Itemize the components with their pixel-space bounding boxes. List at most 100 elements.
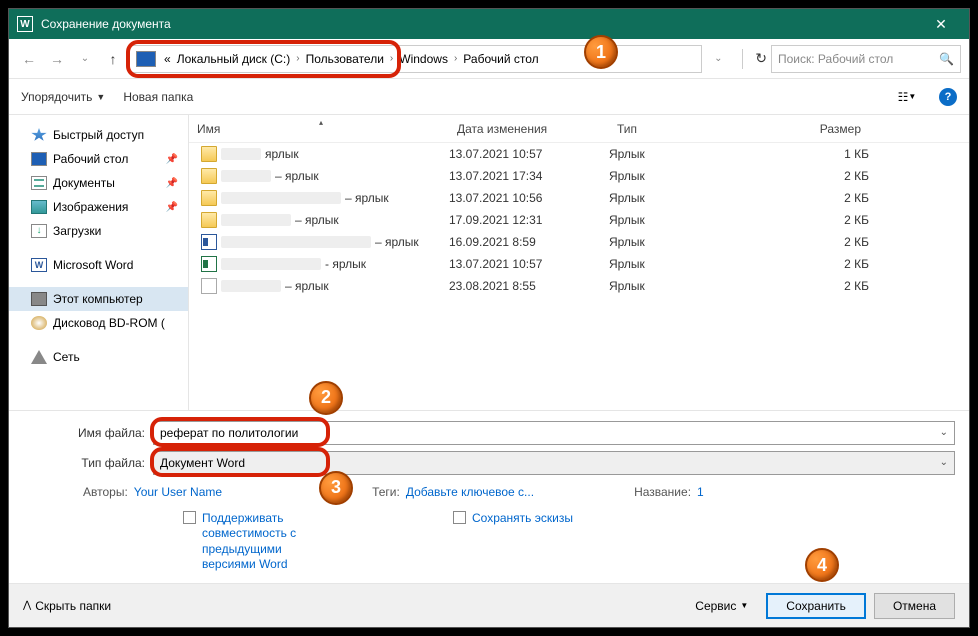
sidebar-downloads[interactable]: Загрузки (9, 219, 188, 243)
redacted-name (221, 170, 271, 182)
downloads-icon (31, 224, 47, 238)
file-icon (201, 146, 217, 162)
file-icon (201, 212, 217, 228)
col-size-header[interactable]: Размер (749, 122, 869, 136)
nav-forward-button[interactable]: → (45, 47, 69, 71)
file-suffix: – ярлык (275, 169, 319, 183)
new-folder-button[interactable]: Новая папка (123, 90, 193, 104)
file-suffix: – ярлык (375, 235, 419, 249)
file-size: 2 КБ (749, 279, 869, 293)
file-row[interactable]: – ярлык23.08.2021 8:55Ярлык2 КБ (189, 275, 969, 297)
file-size: 2 КБ (749, 235, 869, 249)
file-icon (201, 190, 217, 206)
redacted-name (221, 258, 321, 270)
doc-title-value[interactable]: 1 (697, 485, 704, 499)
pictures-icon (31, 200, 47, 214)
file-type: Ярлык (609, 257, 749, 271)
save-dialog-window: W Сохранение документа ✕ ← → ⌄ ↑ « Локал… (8, 8, 970, 628)
compat-checkbox[interactable] (183, 511, 196, 524)
sidebar-desktop[interactable]: Рабочий стол📌 (9, 147, 188, 171)
sidebar-quick-access[interactable]: Быстрый доступ (9, 123, 188, 147)
thumbs-checkbox[interactable] (453, 511, 466, 524)
annotation-marker-4: 4 (805, 548, 839, 582)
thumbs-label[interactable]: Сохранять эскизы (472, 511, 573, 525)
network-icon (31, 350, 47, 364)
file-row[interactable]: – ярлык16.09.2021 8:59Ярлык2 КБ (189, 231, 969, 253)
file-row[interactable]: ярлык13.07.2021 10:57Ярлык1 КБ (189, 143, 969, 165)
file-type: Ярлык (609, 279, 749, 293)
help-button[interactable]: ? (939, 88, 957, 106)
file-row[interactable]: - ярлык13.07.2021 10:57Ярлык2 КБ (189, 253, 969, 275)
filename-input[interactable]: реферат по политологии⌄ (153, 421, 955, 445)
sidebar-pictures[interactable]: Изображения📌 (9, 195, 188, 219)
file-row[interactable]: – ярлык 13.07.2021 17:34Ярлык2 КБ (189, 165, 969, 187)
authors-label: Авторы: (83, 485, 128, 499)
annotation-marker-3: 3 (319, 471, 353, 505)
search-icon: 🔍 (939, 52, 954, 66)
nav-up-button[interactable]: ↑ (101, 47, 125, 71)
file-suffix: - ярлык (325, 257, 366, 271)
col-name-header[interactable]: Имя▴ (189, 122, 449, 136)
file-type: Ярлык (609, 213, 749, 227)
close-button[interactable]: ✕ (921, 16, 961, 33)
location-icon (136, 51, 156, 67)
breadcrumb-item[interactable]: Рабочий стол (461, 52, 540, 66)
sidebar-documents[interactable]: Документы📌 (9, 171, 188, 195)
file-type: Ярлык (609, 191, 749, 205)
desktop-icon (31, 152, 47, 166)
nav-recent-dropdown[interactable]: ⌄ (73, 47, 97, 71)
disc-icon (31, 316, 47, 330)
breadcrumb-item[interactable]: Локальный диск (C:) (175, 52, 293, 66)
pin-icon: 📌 (166, 178, 178, 189)
toolbar: Упорядочить ▼ Новая папка ☷ ▼ ? (9, 79, 969, 115)
file-row[interactable]: – ярлык17.09.2021 12:31Ярлык2 КБ (189, 209, 969, 231)
file-date: 13.07.2021 10:57 (449, 147, 609, 161)
breadcrumb-item[interactable]: Пользователи (304, 52, 386, 66)
file-date: 16.09.2021 8:59 (449, 235, 609, 249)
file-date: 13.07.2021 17:34 (449, 169, 609, 183)
filetype-input[interactable]: Документ Word⌄ (153, 451, 955, 475)
file-suffix: – ярлык (285, 279, 329, 293)
file-row[interactable]: – ярлык13.07.2021 10:56Ярлык2 КБ (189, 187, 969, 209)
file-size: 1 КБ (749, 147, 869, 161)
chevron-down-icon[interactable]: ⌄ (940, 457, 948, 468)
sidebar-bdrom[interactable]: Дисковод BD-ROM ( (9, 311, 188, 335)
word-icon: W (31, 258, 47, 272)
hide-folders-button[interactable]: ⋀ Скрыть папки (23, 599, 111, 613)
search-input[interactable]: Поиск: Рабочий стол 🔍 (771, 45, 961, 73)
navigation-sidebar: Быстрый доступ Рабочий стол📌 Документы📌 … (9, 115, 189, 410)
sort-indicator-icon: ▴ (319, 118, 323, 127)
breadcrumb-item[interactable]: Windows (397, 52, 450, 66)
sidebar-word[interactable]: WMicrosoft Word (9, 253, 188, 277)
tags-value[interactable]: Добавьте ключевое с... (406, 485, 534, 499)
col-type-header[interactable]: Тип (609, 122, 749, 136)
file-icon (201, 256, 217, 272)
cancel-button[interactable]: Отмена (874, 593, 955, 619)
save-button[interactable]: Сохранить (766, 593, 866, 619)
breadcrumb-dropdown[interactable]: ⌄ (706, 47, 730, 71)
redacted-name (221, 148, 261, 160)
nav-back-button[interactable]: ← (17, 47, 41, 71)
breadcrumb-prefix: « (164, 52, 171, 66)
compat-label[interactable]: Поддерживать совместимость с предыдущими… (202, 511, 333, 573)
file-size: 2 КБ (749, 213, 869, 227)
authors-value[interactable]: Your User Name (134, 485, 222, 499)
chevron-down-icon: ▼ (96, 92, 105, 102)
organize-menu[interactable]: Упорядочить ▼ (21, 90, 105, 104)
sidebar-this-pc[interactable]: Этот компьютер (9, 287, 188, 311)
file-suffix: – ярлык (345, 191, 389, 205)
refresh-button[interactable]: ↻ (755, 50, 767, 67)
file-size: 2 КБ (749, 257, 869, 271)
service-menu[interactable]: Сервис ▼ (695, 599, 748, 613)
annotation-marker-1: 1 (584, 35, 618, 69)
redacted-name (221, 192, 341, 204)
sidebar-network[interactable]: Сеть (9, 345, 188, 369)
view-mode-button[interactable]: ☷ ▼ (893, 86, 921, 108)
col-date-header[interactable]: Дата изменения (449, 122, 609, 136)
star-icon (31, 128, 47, 142)
chevron-down-icon[interactable]: ⌄ (940, 427, 948, 438)
chevron-up-icon: ⋀ (23, 600, 31, 611)
file-type: Ярлык (609, 169, 749, 183)
file-size: 2 КБ (749, 169, 869, 183)
redacted-name (221, 236, 371, 248)
